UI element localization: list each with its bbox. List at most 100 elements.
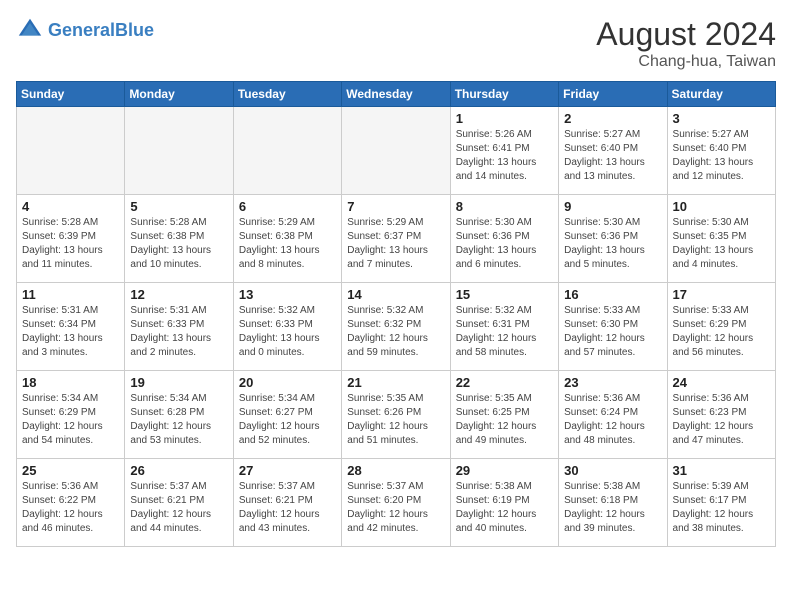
calendar-cell: 26 Sunrise: 5:37 AM Sunset: 6:21 PM Dayli… xyxy=(125,459,233,547)
calendar-cell: 14Sunrise: 5:32 AM Sunset: 6:32 PM Dayli… xyxy=(342,283,450,371)
calendar-week-row: 1 Sunrise: 5:26 AM Sunset: 6:41 PM Daylig… xyxy=(17,107,776,195)
day-number: 7 xyxy=(347,199,444,214)
location: Chang-hua, Taiwan xyxy=(596,53,776,71)
day-info: Sunrise: 5:35 AM Sunset: 6:25 PM Dayligh… xyxy=(456,392,553,448)
calendar-cell: 27Sunrise: 5:37 AM Sunset: 6:21 PM Dayli… xyxy=(233,459,341,547)
calendar-cell: 28 Sunrise: 5:37 AM Sunset: 6:20 PM Dayli… xyxy=(342,459,450,547)
calendar-cell: 1 Sunrise: 5:26 AM Sunset: 6:41 PM Daylig… xyxy=(450,107,558,195)
day-info: Sunrise: 5:38 AM Sunset: 6:18 PM Dayligh… xyxy=(564,480,661,536)
day-info: Sunrise: 5:39 AM Sunset: 6:17 PM Dayligh… xyxy=(673,480,770,536)
day-number: 5 xyxy=(130,199,227,214)
calendar-cell: 18 Sunrise: 5:34 AM Sunset: 6:29 PM Dayli… xyxy=(17,371,125,459)
day-info: Sunrise: 5:30 AM Sunset: 6:36 PM Dayligh… xyxy=(564,216,661,272)
calendar-cell: 31 Sunrise: 5:39 AM Sunset: 6:17 PM Dayli… xyxy=(667,459,775,547)
day-number: 6 xyxy=(239,199,336,214)
calendar-cell: 4 Sunrise: 5:28 AM Sunset: 6:39 PM Daylig… xyxy=(17,195,125,283)
day-number: 2 xyxy=(564,111,661,126)
day-number: 16 xyxy=(564,287,661,302)
logo-blue: Blue xyxy=(115,20,154,40)
day-info: Sunrise: 5:35 AM Sunset: 6:26 PM Dayligh… xyxy=(347,392,444,448)
weekday-header-row: SundayMondayTuesdayWednesdayThursdayFrid… xyxy=(17,82,776,107)
calendar-cell: 19 Sunrise: 5:34 AM Sunset: 6:28 PM Dayli… xyxy=(125,371,233,459)
calendar-cell: 20 Sunrise: 5:34 AM Sunset: 6:27 PM Dayli… xyxy=(233,371,341,459)
day-number: 31 xyxy=(673,463,770,478)
day-number: 21 xyxy=(347,375,444,390)
day-number: 4 xyxy=(22,199,119,214)
calendar-cell xyxy=(342,107,450,195)
day-number: 9 xyxy=(564,199,661,214)
calendar-cell: 29 Sunrise: 5:38 AM Sunset: 6:19 PM Dayli… xyxy=(450,459,558,547)
day-number: 17 xyxy=(673,287,770,302)
weekday-header: Monday xyxy=(125,82,233,107)
day-info: Sunrise: 5:29 AM Sunset: 6:38 PM Dayligh… xyxy=(239,216,336,272)
day-info: Sunrise: 5:37 AM Sunset: 6:21 PM Dayligh… xyxy=(239,480,336,536)
day-info: Sunrise: 5:27 AM Sunset: 6:40 PM Dayligh… xyxy=(564,128,661,184)
day-info: Sunrise: 5:31 AM Sunset: 6:34 PM Dayligh… xyxy=(22,304,119,360)
weekday-header: Sunday xyxy=(17,82,125,107)
calendar-cell: 16Sunrise: 5:33 AM Sunset: 6:30 PM Dayli… xyxy=(559,283,667,371)
day-info: Sunrise: 5:36 AM Sunset: 6:24 PM Dayligh… xyxy=(564,392,661,448)
day-number: 24 xyxy=(673,375,770,390)
day-info: Sunrise: 5:26 AM Sunset: 6:41 PM Dayligh… xyxy=(456,128,553,184)
page-header: GeneralBlue August 2024 Chang-hua, Taiwa… xyxy=(16,16,776,71)
day-info: Sunrise: 5:37 AM Sunset: 6:21 PM Dayligh… xyxy=(130,480,227,536)
logo-icon xyxy=(16,16,44,44)
day-number: 11 xyxy=(22,287,119,302)
calendar-cell xyxy=(233,107,341,195)
calendar-cell: 5Sunrise: 5:28 AM Sunset: 6:38 PM Daylig… xyxy=(125,195,233,283)
day-info: Sunrise: 5:33 AM Sunset: 6:29 PM Dayligh… xyxy=(673,304,770,360)
weekday-header: Wednesday xyxy=(342,82,450,107)
day-info: Sunrise: 5:32 AM Sunset: 6:31 PM Dayligh… xyxy=(456,304,553,360)
day-number: 25 xyxy=(22,463,119,478)
calendar-cell: 30Sunrise: 5:38 AM Sunset: 6:18 PM Dayli… xyxy=(559,459,667,547)
day-info: Sunrise: 5:28 AM Sunset: 6:39 PM Dayligh… xyxy=(22,216,119,272)
day-info: Sunrise: 5:31 AM Sunset: 6:33 PM Dayligh… xyxy=(130,304,227,360)
calendar-cell: 3 Sunrise: 5:27 AM Sunset: 6:40 PM Daylig… xyxy=(667,107,775,195)
day-info: Sunrise: 5:32 AM Sunset: 6:32 PM Dayligh… xyxy=(347,304,444,360)
day-number: 1 xyxy=(456,111,553,126)
calendar-cell: 22 Sunrise: 5:35 AM Sunset: 6:25 PM Dayli… xyxy=(450,371,558,459)
day-info: Sunrise: 5:30 AM Sunset: 6:35 PM Dayligh… xyxy=(673,216,770,272)
calendar-cell xyxy=(17,107,125,195)
day-number: 19 xyxy=(130,375,227,390)
month-year: August 2024 xyxy=(596,16,776,53)
day-number: 23 xyxy=(564,375,661,390)
day-number: 13 xyxy=(239,287,336,302)
calendar-week-row: 11 Sunrise: 5:31 AM Sunset: 6:34 PM Dayli… xyxy=(17,283,776,371)
calendar-cell: 11 Sunrise: 5:31 AM Sunset: 6:34 PM Dayli… xyxy=(17,283,125,371)
calendar-cell: 2 Sunrise: 5:27 AM Sunset: 6:40 PM Daylig… xyxy=(559,107,667,195)
day-info: Sunrise: 5:30 AM Sunset: 6:36 PM Dayligh… xyxy=(456,216,553,272)
day-info: Sunrise: 5:27 AM Sunset: 6:40 PM Dayligh… xyxy=(673,128,770,184)
day-info: Sunrise: 5:34 AM Sunset: 6:29 PM Dayligh… xyxy=(22,392,119,448)
day-info: Sunrise: 5:34 AM Sunset: 6:27 PM Dayligh… xyxy=(239,392,336,448)
logo-text: GeneralBlue xyxy=(48,20,154,41)
day-number: 20 xyxy=(239,375,336,390)
title-block: August 2024 Chang-hua, Taiwan xyxy=(596,16,776,71)
day-number: 3 xyxy=(673,111,770,126)
calendar-cell: 15 Sunrise: 5:32 AM Sunset: 6:31 PM Dayli… xyxy=(450,283,558,371)
weekday-header: Saturday xyxy=(667,82,775,107)
calendar-cell: 13 Sunrise: 5:32 AM Sunset: 6:33 PM Dayli… xyxy=(233,283,341,371)
day-number: 15 xyxy=(456,287,553,302)
logo: GeneralBlue xyxy=(16,16,154,44)
calendar-cell: 9 Sunrise: 5:30 AM Sunset: 6:36 PM Daylig… xyxy=(559,195,667,283)
calendar-cell: 25Sunrise: 5:36 AM Sunset: 6:22 PM Dayli… xyxy=(17,459,125,547)
day-number: 8 xyxy=(456,199,553,214)
day-number: 26 xyxy=(130,463,227,478)
calendar-cell: 6 Sunrise: 5:29 AM Sunset: 6:38 PM Daylig… xyxy=(233,195,341,283)
day-info: Sunrise: 5:29 AM Sunset: 6:37 PM Dayligh… xyxy=(347,216,444,272)
day-number: 29 xyxy=(456,463,553,478)
day-info: Sunrise: 5:37 AM Sunset: 6:20 PM Dayligh… xyxy=(347,480,444,536)
weekday-header: Friday xyxy=(559,82,667,107)
weekday-header: Thursday xyxy=(450,82,558,107)
calendar-table: SundayMondayTuesdayWednesdayThursdayFrid… xyxy=(16,81,776,547)
calendar-cell: 24Sunrise: 5:36 AM Sunset: 6:23 PM Dayli… xyxy=(667,371,775,459)
day-info: Sunrise: 5:38 AM Sunset: 6:19 PM Dayligh… xyxy=(456,480,553,536)
day-info: Sunrise: 5:32 AM Sunset: 6:33 PM Dayligh… xyxy=(239,304,336,360)
day-number: 22 xyxy=(456,375,553,390)
logo-general: General xyxy=(48,20,115,40)
day-number: 12 xyxy=(130,287,227,302)
day-number: 28 xyxy=(347,463,444,478)
day-number: 18 xyxy=(22,375,119,390)
day-info: Sunrise: 5:34 AM Sunset: 6:28 PM Dayligh… xyxy=(130,392,227,448)
